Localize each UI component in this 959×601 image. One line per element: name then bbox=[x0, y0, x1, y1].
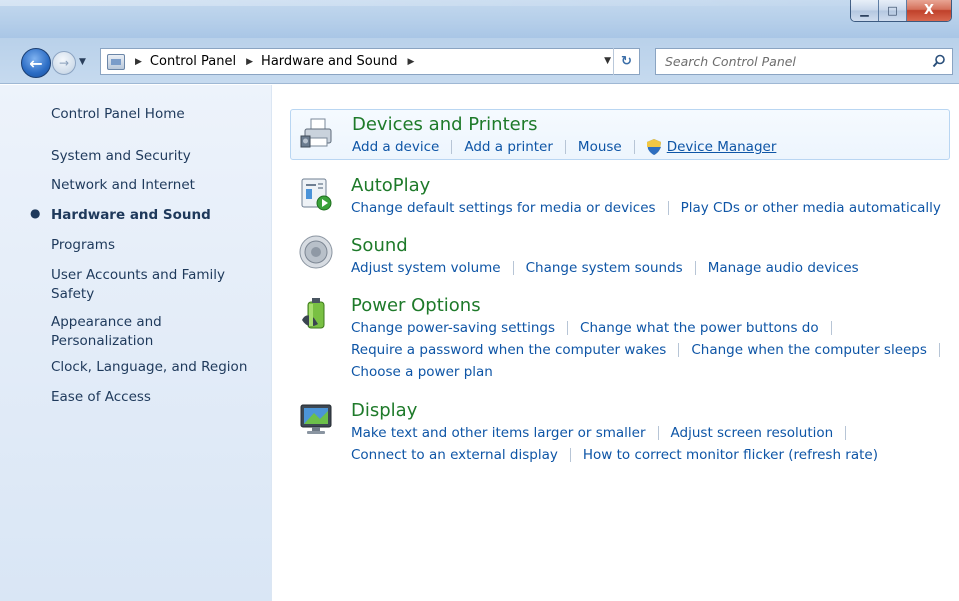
breadcrumb-arrow-icon[interactable]: ▶ bbox=[246, 57, 253, 67]
mouse-link[interactable]: Mouse bbox=[578, 139, 622, 155]
link-separator bbox=[569, 448, 571, 462]
category-devices-and-printers[interactable]: Devices and Printers Add a device Add a … bbox=[290, 109, 950, 160]
add-a-printer-link[interactable]: Add a printer bbox=[464, 139, 553, 155]
require-password-link[interactable]: Require a password when the computer wak… bbox=[351, 342, 666, 358]
recent-pages-dropdown-icon[interactable]: ▼ bbox=[79, 57, 86, 67]
adjust-screen-resolution-link[interactable]: Adjust screen resolution bbox=[671, 425, 834, 441]
add-a-device-link[interactable]: Add a device bbox=[352, 139, 439, 155]
sidebar-item-system-and-security[interactable]: System and Security bbox=[51, 147, 191, 166]
address-dropdown-icon[interactable]: ▼ bbox=[604, 56, 611, 66]
sidebar: Control Panel Home System and Security N… bbox=[0, 85, 272, 601]
control-panel-icon bbox=[107, 53, 125, 70]
sidebar-item-clock-language-region[interactable]: Clock, Language, and Region bbox=[51, 358, 247, 377]
change-power-saving-settings-link[interactable]: Change power-saving settings bbox=[351, 320, 555, 336]
make-text-larger-link[interactable]: Make text and other items larger or smal… bbox=[351, 425, 646, 441]
link-separator bbox=[633, 140, 635, 154]
breadcrumb-hardware-and-sound[interactable]: Hardware and Sound bbox=[261, 54, 397, 69]
change-default-settings-link[interactable]: Change default settings for media or dev… bbox=[351, 200, 656, 216]
sidebar-item-appearance[interactable]: Appearance and Personalization bbox=[51, 313, 162, 351]
sidebar-item-user-accounts[interactable]: User Accounts and Family Safety bbox=[51, 266, 225, 304]
address-bar[interactable]: ▶ Control Panel ▶ Hardware and Sound ▶ ▼… bbox=[100, 48, 640, 75]
printer-icon bbox=[300, 118, 332, 148]
manage-audio-devices-link[interactable]: Manage audio devices bbox=[708, 260, 859, 276]
refresh-icon[interactable]: ↻ bbox=[613, 48, 639, 75]
search-box[interactable] bbox=[655, 48, 953, 75]
sidebar-item-network-and-internet[interactable]: Network and Internet bbox=[51, 176, 195, 195]
category-links: Require a password when the computer wak… bbox=[351, 342, 952, 358]
sidebar-item-label-line: User Accounts and Family bbox=[51, 267, 226, 283]
category-sound[interactable]: Sound Adjust system volume Change system… bbox=[290, 233, 950, 283]
minimize-button[interactable]: ▁ bbox=[851, 0, 879, 21]
change-when-sleeps-link[interactable]: Change when the computer sleeps bbox=[691, 342, 927, 358]
link-separator bbox=[564, 140, 566, 154]
monitor-icon bbox=[300, 404, 332, 434]
title-bar[interactable]: ▁ □ X bbox=[0, 0, 959, 38]
change-system-sounds-link[interactable]: Change system sounds bbox=[526, 260, 683, 276]
search-input[interactable] bbox=[665, 54, 915, 69]
window-controls: ▁ □ X bbox=[850, 0, 952, 22]
sidebar-item-hardware-and-sound[interactable]: Hardware and Sound bbox=[51, 206, 211, 225]
category-links: Add a device Add a printer Mouse Device … bbox=[352, 139, 776, 155]
sidebar-item-programs[interactable]: Programs bbox=[51, 236, 115, 255]
link-separator bbox=[678, 343, 680, 357]
link-separator bbox=[451, 140, 453, 154]
sidebar-item-label-line: Safety bbox=[51, 286, 95, 302]
sidebar-item-label-line: Appearance and bbox=[51, 314, 162, 330]
device-manager-link[interactable]: Device Manager bbox=[667, 139, 777, 155]
link-separator bbox=[667, 201, 669, 215]
uac-shield-icon bbox=[646, 139, 661, 155]
category-title[interactable]: Devices and Printers bbox=[352, 114, 538, 135]
breadcrumb-arrow-icon[interactable]: ▶ bbox=[135, 57, 142, 67]
navigation-bar: ← → ▼ ▶ Control Panel ▶ Hardware and Sou… bbox=[0, 38, 959, 84]
monitor-flicker-link[interactable]: How to correct monitor flicker (refresh … bbox=[583, 447, 878, 463]
speaker-icon bbox=[299, 235, 333, 269]
back-button[interactable]: ← bbox=[21, 48, 51, 78]
link-separator bbox=[694, 261, 696, 275]
main-content: Devices and Printers Add a device Add a … bbox=[272, 85, 959, 601]
category-title[interactable]: Display bbox=[351, 400, 417, 421]
sidebar-item-label-line: Personalization bbox=[51, 333, 154, 349]
category-title[interactable]: Power Options bbox=[351, 295, 481, 316]
category-links: Change power-saving settings Change what… bbox=[351, 320, 844, 336]
autoplay-icon bbox=[301, 178, 332, 211]
change-power-buttons-link[interactable]: Change what the power buttons do bbox=[580, 320, 819, 336]
play-cds-link[interactable]: Play CDs or other media automatically bbox=[681, 200, 941, 216]
link-separator bbox=[512, 261, 514, 275]
sidebar-item-ease-of-access[interactable]: Ease of Access bbox=[51, 388, 151, 407]
link-separator bbox=[830, 321, 832, 335]
maximize-button[interactable]: □ bbox=[879, 0, 907, 21]
choose-power-plan-link[interactable]: Choose a power plan bbox=[351, 364, 493, 380]
category-title[interactable]: AutoPlay bbox=[351, 175, 430, 196]
category-links: Connect to an external display How to co… bbox=[351, 447, 878, 463]
category-display[interactable]: Display Make text and other items larger… bbox=[290, 398, 950, 468]
category-power-options[interactable]: Power Options Change power-saving settin… bbox=[290, 293, 950, 388]
adjust-system-volume-link[interactable]: Adjust system volume bbox=[351, 260, 501, 276]
link-separator bbox=[845, 426, 847, 440]
link-separator bbox=[567, 321, 569, 335]
connect-external-display-link[interactable]: Connect to an external display bbox=[351, 447, 558, 463]
category-autoplay[interactable]: AutoPlay Change default settings for med… bbox=[290, 173, 950, 223]
breadcrumb-control-panel[interactable]: Control Panel bbox=[150, 54, 236, 69]
link-separator bbox=[938, 343, 940, 357]
search-icon[interactable] bbox=[932, 54, 946, 68]
category-links: Choose a power plan bbox=[351, 364, 493, 380]
category-title[interactable]: Sound bbox=[351, 235, 408, 256]
category-links: Adjust system volume Change system sound… bbox=[351, 260, 859, 276]
active-bullet-icon: ● bbox=[30, 206, 41, 220]
battery-icon bbox=[302, 298, 325, 329]
close-button[interactable]: X bbox=[907, 0, 951, 21]
category-links: Make text and other items larger or smal… bbox=[351, 425, 858, 441]
link-separator bbox=[657, 426, 659, 440]
breadcrumb-arrow-icon[interactable]: ▶ bbox=[407, 57, 414, 67]
category-links: Change default settings for media or dev… bbox=[351, 200, 941, 216]
sidebar-item-control-panel-home[interactable]: Control Panel Home bbox=[51, 105, 185, 124]
forward-button[interactable]: → bbox=[52, 51, 76, 75]
